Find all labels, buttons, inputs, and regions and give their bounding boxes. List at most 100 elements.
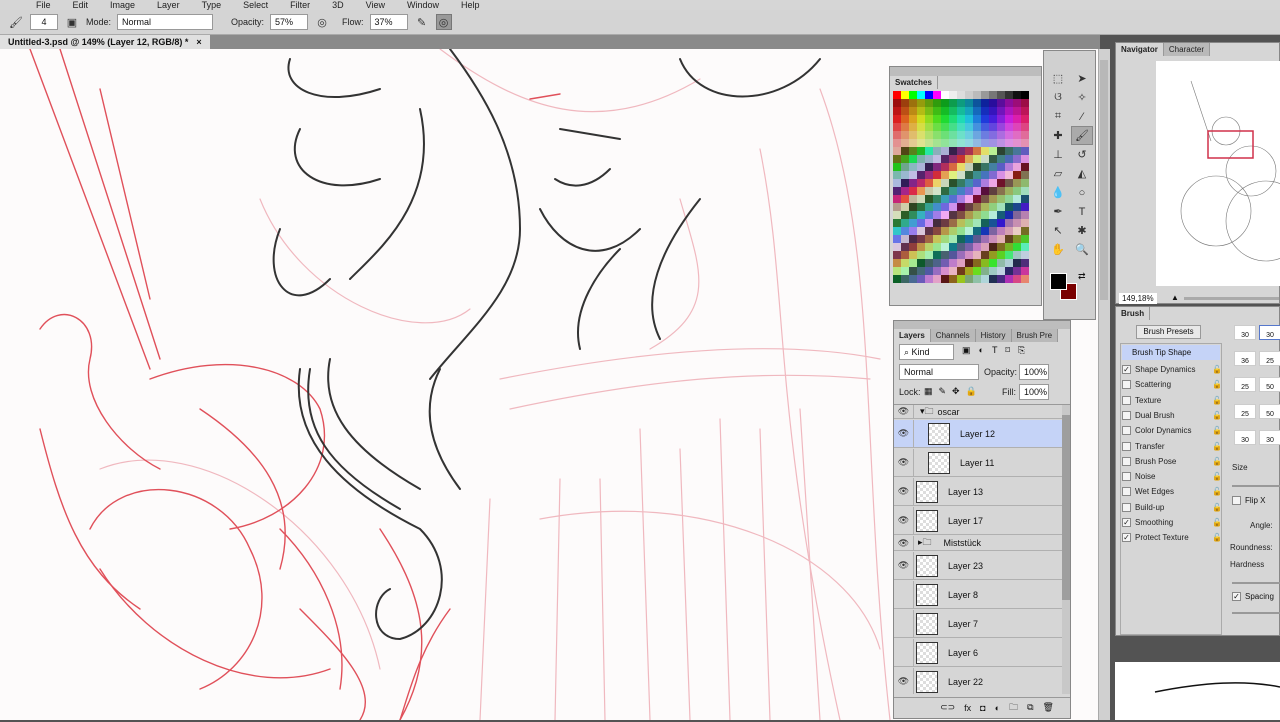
swatch[interactable] bbox=[989, 99, 997, 107]
swatch[interactable] bbox=[933, 91, 941, 99]
swatch[interactable] bbox=[1021, 267, 1029, 275]
swatch[interactable] bbox=[909, 115, 917, 123]
swatch[interactable] bbox=[997, 147, 1005, 155]
swatch[interactable] bbox=[981, 227, 989, 235]
swatch[interactable] bbox=[973, 267, 981, 275]
swatch[interactable] bbox=[1021, 243, 1029, 251]
swatch[interactable] bbox=[933, 235, 941, 243]
swatch[interactable] bbox=[941, 171, 949, 179]
swatch[interactable] bbox=[973, 163, 981, 171]
swatch[interactable] bbox=[1013, 211, 1021, 219]
lock-icon[interactable]: 🔓 bbox=[1212, 365, 1222, 374]
lock-icon[interactable]: 🔓 bbox=[1212, 503, 1222, 512]
swatch[interactable] bbox=[973, 187, 981, 195]
pressure-opacity-icon[interactable]: ◎ bbox=[314, 14, 330, 30]
lock-icon[interactable]: 🔓 bbox=[1212, 472, 1222, 481]
swatch[interactable] bbox=[957, 171, 965, 179]
swatch[interactable] bbox=[1005, 275, 1013, 283]
swatch[interactable] bbox=[965, 195, 973, 203]
swatch[interactable] bbox=[917, 187, 925, 195]
swatch[interactable] bbox=[909, 171, 917, 179]
swatch[interactable] bbox=[1021, 235, 1029, 243]
fx-icon[interactable]: fx bbox=[964, 703, 971, 713]
swatch[interactable] bbox=[893, 147, 901, 155]
swatch[interactable] bbox=[981, 275, 989, 283]
swatch[interactable] bbox=[1021, 251, 1029, 259]
swatch[interactable] bbox=[981, 195, 989, 203]
brush-option-dual-brush[interactable]: Dual Brush 🔓 bbox=[1122, 408, 1222, 423]
swatch[interactable] bbox=[901, 227, 909, 235]
swatch[interactable] bbox=[965, 171, 973, 179]
swatch[interactable] bbox=[941, 195, 949, 203]
swatch[interactable] bbox=[941, 243, 949, 251]
swatch[interactable] bbox=[925, 131, 933, 139]
swatch[interactable] bbox=[933, 187, 941, 195]
healing-brush-tool-icon[interactable]: ✚ bbox=[1047, 126, 1069, 145]
swatch[interactable] bbox=[933, 179, 941, 187]
swatch[interactable] bbox=[989, 275, 997, 283]
brush-option-smoothing[interactable]: ✓ Smoothing 🔓 bbox=[1122, 515, 1222, 530]
swatch[interactable] bbox=[965, 107, 973, 115]
swatch[interactable] bbox=[981, 171, 989, 179]
menu-image[interactable]: Image bbox=[110, 0, 135, 10]
swatch[interactable] bbox=[957, 219, 965, 227]
swatch[interactable] bbox=[965, 131, 973, 139]
hardness-slider[interactable] bbox=[1232, 582, 1280, 584]
swatch[interactable] bbox=[893, 91, 901, 99]
swatch[interactable] bbox=[893, 243, 901, 251]
airbrush-icon[interactable]: ✎ bbox=[414, 14, 430, 30]
swatch[interactable] bbox=[933, 107, 941, 115]
navigator-preview[interactable] bbox=[1156, 61, 1280, 286]
swatch[interactable] bbox=[933, 147, 941, 155]
swatch[interactable] bbox=[1021, 203, 1029, 211]
swatch[interactable] bbox=[925, 187, 933, 195]
swatch[interactable] bbox=[973, 275, 981, 283]
swatch[interactable] bbox=[1005, 139, 1013, 147]
swatch[interactable] bbox=[997, 155, 1005, 163]
swatch[interactable] bbox=[1013, 91, 1021, 99]
swatch[interactable] bbox=[1021, 91, 1029, 99]
swatch[interactable] bbox=[1013, 147, 1021, 155]
swatch[interactable] bbox=[1005, 243, 1013, 251]
brush-tip-grid[interactable]: 30 30 36 25 25 50 25 50 30 30 bbox=[1234, 325, 1280, 455]
swatch[interactable] bbox=[973, 227, 981, 235]
swatch[interactable] bbox=[917, 131, 925, 139]
swatch[interactable] bbox=[917, 163, 925, 171]
swatch[interactable] bbox=[949, 131, 957, 139]
swatch[interactable] bbox=[901, 259, 909, 267]
swatch[interactable] bbox=[973, 195, 981, 203]
swatch[interactable] bbox=[973, 211, 981, 219]
swatch[interactable] bbox=[1021, 147, 1029, 155]
swatch[interactable] bbox=[957, 107, 965, 115]
swatch[interactable] bbox=[909, 211, 917, 219]
swatch[interactable] bbox=[941, 211, 949, 219]
swatch[interactable] bbox=[917, 211, 925, 219]
lock-icon[interactable]: 🔓 bbox=[1212, 457, 1222, 466]
swatch[interactable] bbox=[957, 115, 965, 123]
swatch[interactable] bbox=[941, 251, 949, 259]
layer-row-11[interactable]: 👁 Layer 11 bbox=[894, 449, 1064, 477]
swatch[interactable] bbox=[917, 123, 925, 131]
swatch[interactable] bbox=[909, 251, 917, 259]
brush-size-picker[interactable]: 4 bbox=[30, 14, 58, 30]
swatch[interactable] bbox=[893, 139, 901, 147]
swatch[interactable] bbox=[893, 227, 901, 235]
swatch[interactable] bbox=[893, 251, 901, 259]
swatch[interactable] bbox=[957, 275, 965, 283]
brush-tip[interactable]: 36 bbox=[1234, 351, 1256, 367]
swatch[interactable] bbox=[901, 243, 909, 251]
swatch[interactable] bbox=[1005, 235, 1013, 243]
type-tool-icon[interactable]: T bbox=[1071, 202, 1093, 221]
swatch[interactable] bbox=[893, 123, 901, 131]
swatch[interactable] bbox=[909, 91, 917, 99]
swatch[interactable] bbox=[981, 187, 989, 195]
blur-tool-icon[interactable]: 💧 bbox=[1047, 183, 1069, 202]
swatch[interactable] bbox=[1021, 139, 1029, 147]
swatch[interactable] bbox=[957, 195, 965, 203]
swatch[interactable] bbox=[925, 211, 933, 219]
swatch[interactable] bbox=[893, 195, 901, 203]
swatch[interactable] bbox=[957, 99, 965, 107]
swatch[interactable] bbox=[917, 107, 925, 115]
swatch[interactable] bbox=[949, 147, 957, 155]
swatch[interactable] bbox=[933, 123, 941, 131]
